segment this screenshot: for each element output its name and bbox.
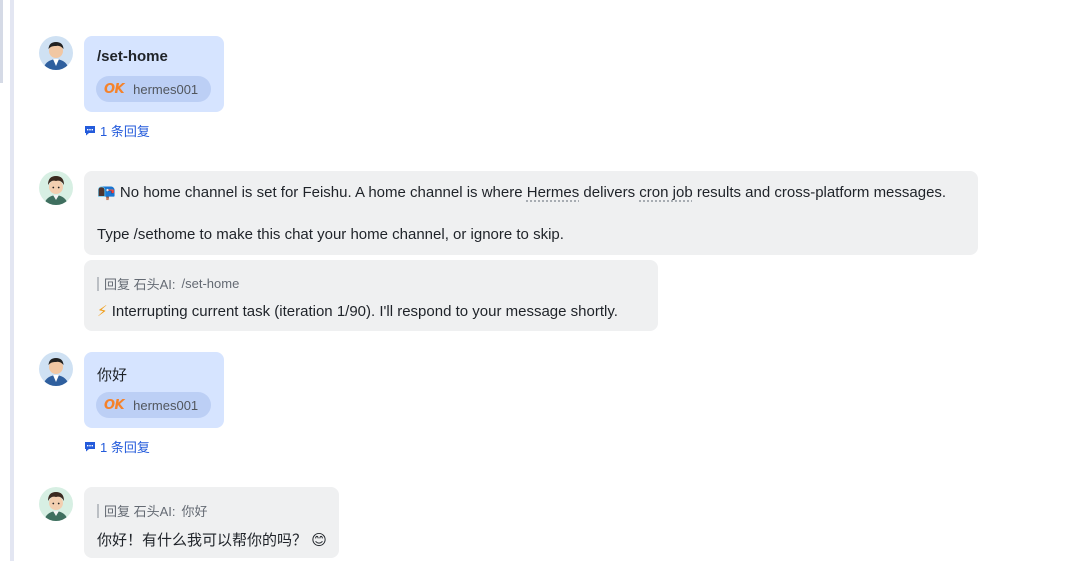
cron-job-term[interactable]: cron job [639, 184, 692, 201]
reaction-user-name: hermes001 [133, 81, 199, 97]
reaction-ok-pill[interactable]: OK hermes001 [96, 392, 211, 418]
greeting-reply-text: 你好！有什么我可以帮你的吗？ [97, 532, 308, 549]
reply-quote[interactable]: 回复 石头AI: /set-home [97, 274, 239, 293]
notice-line-1: 📭 No home channel is set for Feishu. A h… [97, 183, 946, 201]
user-avatar[interactable] [39, 352, 73, 386]
left-rail-indicator [0, 0, 3, 83]
notice-line-1-mid: delivers [579, 184, 640, 201]
quote-text: 你好 [181, 504, 208, 519]
message-text: 你好 [97, 367, 128, 384]
quote-prefix: 回复 石头AI: [104, 277, 176, 292]
reply-quote[interactable]: 回复 石头AI: 你好 [97, 501, 208, 520]
thread-scroll-rail [10, 0, 14, 561]
user-avatar[interactable] [39, 36, 73, 70]
reply-comment-icon [85, 126, 95, 136]
reply-count-link[interactable]: 1 条回复 [84, 121, 150, 140]
interrupting-text-line: ⚡ Interrupting current task (iteration 1… [97, 302, 618, 320]
interrupting-text: Interrupting current task (iteration 1/9… [111, 303, 618, 320]
notice-line-2: Type /sethome to make this chat your hom… [97, 226, 564, 243]
quote-bar [97, 503, 99, 518]
smile-emoji-icon: 😊 [311, 532, 327, 549]
ok-reaction-icon: OK [104, 397, 125, 413]
quote-prefix: 回复 石头AI: [104, 504, 176, 519]
reply-comment-icon [85, 442, 95, 452]
ok-reaction-icon: OK [104, 81, 125, 97]
chat-thread: /set-home OK hermes001 1 条回复 📭 No home c… [0, 0, 1080, 561]
mailbox-icon: 📭 [97, 184, 116, 201]
lightning-icon: ⚡ [97, 303, 108, 320]
bot-avatar[interactable] [39, 171, 73, 205]
reply-count-label: 1 条回复 [100, 440, 150, 455]
message-bubble-interrupting[interactable] [84, 260, 658, 331]
hermes-term[interactable]: Hermes [527, 184, 580, 201]
notice-line-1-pre: No home channel is set for Feishu. A hom… [119, 184, 527, 201]
message-command-text: /set-home [97, 48, 168, 65]
greeting-reply-line: 你好！有什么我可以帮你的吗？ 😊 [97, 529, 327, 550]
reply-count-label: 1 条回复 [100, 124, 150, 139]
bot-avatar[interactable] [39, 487, 73, 521]
reaction-user-name: hermes001 [133, 397, 199, 413]
notice-line-1-post: results and cross-platform messages. [692, 184, 947, 201]
quote-bar [97, 276, 99, 291]
reply-count-link[interactable]: 1 条回复 [84, 437, 150, 456]
quote-text: /set-home [181, 276, 240, 291]
reaction-ok-pill[interactable]: OK hermes001 [96, 76, 211, 102]
